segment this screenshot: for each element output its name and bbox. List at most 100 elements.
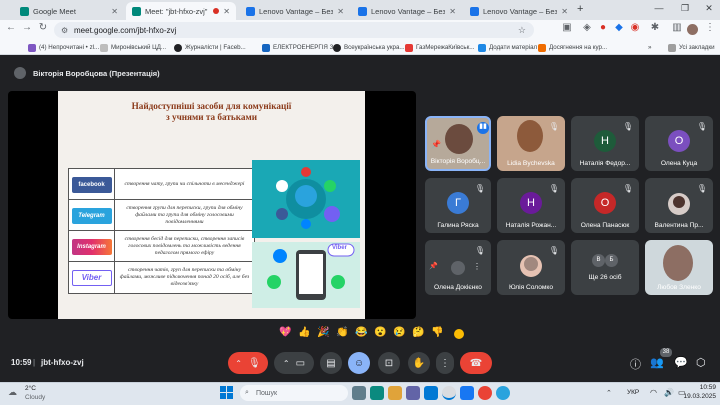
bookmark-item[interactable]: Журналісти | Faceb... <box>174 41 246 54</box>
reaction-laugh[interactable]: 😂 <box>355 327 367 338</box>
bookmark-star-icon[interactable]: ☆ <box>518 25 526 36</box>
tab-lenovo-2[interactable]: Lenovo Vantage – Безкоштовн ✕ <box>352 2 462 20</box>
windows-start-icon[interactable] <box>220 386 233 399</box>
wifi-icon[interactable]: ◠ <box>650 388 657 397</box>
chevron-up-icon[interactable]: ⌃ <box>235 359 242 368</box>
teams-icon[interactable] <box>406 386 420 400</box>
bookmark-item[interactable]: Всеукраїнська укра... <box>333 41 405 54</box>
more-bookmarks-icon[interactable]: » <box>648 41 651 54</box>
info-icon[interactable]: ⓘ <box>630 356 641 372</box>
activities-icon[interactable]: ⬡ <box>696 356 706 369</box>
app-notification-icon[interactable] <box>478 386 492 400</box>
menu-kebab-icon[interactable]: ⋮ <box>703 22 717 33</box>
reaction-sad[interactable]: 😢 <box>393 327 405 338</box>
reactions-button[interactable]: ☺ <box>348 352 370 374</box>
reaction-thumbs-down[interactable]: 👎 <box>431 327 443 338</box>
participant-tile[interactable]: 🎙 Lidia Bychevska <box>497 116 565 171</box>
more-participants-tile[interactable]: В Б Ще 26 осіб <box>571 240 639 295</box>
raise-hand-button[interactable]: ✋ <box>408 352 430 374</box>
bookmark-item[interactable]: ЕЛЕКТРОЕНЕРГІЯ З... <box>262 41 339 54</box>
reaction-party[interactable]: 🎉 <box>317 327 329 338</box>
minimize-icon[interactable]: — <box>652 3 666 13</box>
file-explorer-icon[interactable] <box>388 386 402 400</box>
extension-icon[interactable]: ◆ <box>612 22 626 33</box>
participant-tile[interactable]: 🎙 Валентина Пр... <box>645 178 713 233</box>
forward-icon[interactable]: → <box>20 22 34 33</box>
participant-tile[interactable]: 🎙 Н Наталія Рожан... <box>497 178 565 233</box>
volume-icon[interactable]: 🔊 <box>664 388 674 397</box>
more-options-button[interactable]: ⋮ <box>436 352 454 374</box>
close-tab-icon[interactable]: ✕ <box>561 7 568 16</box>
reload-icon[interactable]: ↻ <box>36 22 50 33</box>
site-info-icon[interactable]: ⚙ <box>61 26 68 35</box>
mute-participant-icon[interactable] <box>451 261 465 275</box>
reaction-heart[interactable]: 💖 <box>279 327 291 338</box>
tab-lenovo-1[interactable]: Lenovo Vantage – Безкоштовн ✕ <box>240 2 350 20</box>
participant-tile[interactable]: 🎙 О Олена Панасюк <box>571 178 639 233</box>
clock-time[interactable]: 10:59 <box>692 384 716 391</box>
pin-icon[interactable]: 📌 <box>429 262 438 270</box>
tab-google-meet[interactable]: Google Meet ✕ <box>14 2 124 20</box>
tab-lenovo-3[interactable]: Lenovo Vantage – Безкоштовн ✕ <box>464 2 574 20</box>
app-icon[interactable] <box>460 386 474 400</box>
taskbar-search[interactable]: ⌕ Пошук <box>240 385 348 401</box>
present-button[interactable]: ⊡ <box>378 352 400 374</box>
restore-icon[interactable]: ❐ <box>678 3 692 14</box>
taskview-icon[interactable] <box>352 386 366 400</box>
reaction-clap[interactable]: 👏 <box>336 327 348 338</box>
camera-toggle-button[interactable]: ⌃ ▭ <box>274 352 314 374</box>
participant-tile[interactable]: 🎙 Н Наталія Федор... <box>571 116 639 171</box>
leave-call-button[interactable]: ☎ <box>460 352 492 374</box>
participant-tile[interactable]: 🎙 О Олена Куца <box>645 116 713 171</box>
mic-off-icon: 🎙 <box>622 122 633 131</box>
reaction-thinking[interactable]: 🤔 <box>412 327 424 338</box>
close-tab-icon[interactable]: ✕ <box>111 7 118 16</box>
tab-meet-active[interactable]: Meet: "jbt-hfxo-zvj" ✕ <box>126 2 236 20</box>
adblock-icon[interactable]: ● <box>596 22 610 33</box>
close-tab-icon[interactable]: ✕ <box>223 7 230 16</box>
reaction-thumbs-up[interactable]: 👍 <box>298 327 310 338</box>
pin-icon[interactable]: 📌 <box>431 140 441 149</box>
profile-avatar[interactable] <box>687 24 698 35</box>
bookmark-item[interactable]: Додати матеріал <box>478 41 537 54</box>
input-language[interactable]: УКР <box>627 389 639 396</box>
participant-tile[interactable]: 🎙 Юлія Соломко <box>497 240 565 295</box>
mic-toggle-button[interactable]: ⌃ 🎙 <box>228 352 268 374</box>
people-icon[interactable]: 👥 <box>650 356 664 369</box>
tray-chevron-icon[interactable]: ⌃ <box>606 389 612 397</box>
participant-video <box>517 120 543 152</box>
reaction-surprised[interactable]: 😮 <box>374 327 386 338</box>
close-tab-icon[interactable]: ✕ <box>337 7 344 16</box>
clock-date[interactable]: 19.03.2025 <box>676 393 716 400</box>
bookmark-item[interactable]: (4) Непрочитані • zl... <box>28 41 99 54</box>
new-tab-icon[interactable]: + <box>577 3 583 15</box>
all-bookmarks[interactable]: Усі закладки <box>668 41 715 54</box>
participant-tile[interactable]: 🎙 Г Галина Ряска <box>425 178 491 233</box>
store-icon[interactable] <box>424 386 438 400</box>
bookmark-item[interactable]: Досягнення на кур... <box>538 41 607 54</box>
edge-icon[interactable] <box>370 386 384 400</box>
address-bar[interactable]: ⚙ meet.google.com/jbt-hfxo-zvj ☆ <box>54 22 534 38</box>
close-tab-icon[interactable]: ✕ <box>449 7 456 16</box>
chevron-up-icon[interactable]: ⌃ <box>283 359 290 368</box>
chrome-icon[interactable] <box>442 386 456 400</box>
close-window-icon[interactable]: ✕ <box>702 3 716 14</box>
bookmark-item[interactable]: Миронівський ЦД... <box>100 41 166 54</box>
captions-button[interactable]: ▤ <box>320 352 342 374</box>
lenovo-favicon-icon <box>246 6 255 16</box>
participant-tile[interactable]: 📌 ▮▮ Вікторія Воробц... <box>425 116 491 171</box>
weather-icon[interactable]: ☁ <box>8 387 17 398</box>
participant-tile[interactable]: Любов Зленко <box>645 240 713 295</box>
emoji-skin-tone-icon[interactable] <box>454 329 464 339</box>
telegram-icon[interactable] <box>496 386 510 400</box>
sidebar-icon[interactable]: ▥ <box>670 22 684 33</box>
extension-icon[interactable]: ▣ <box>560 22 574 33</box>
back-icon[interactable]: ← <box>4 22 18 33</box>
participant-tile[interactable]: 🎙 📌 ⋮ Олена Докієнко <box>425 240 491 295</box>
more-options-icon[interactable]: ⋮ <box>473 262 481 271</box>
extension-icon[interactable]: ◉ <box>628 22 642 33</box>
bookmark-item[interactable]: ГазМережаКиївськ... <box>405 41 474 54</box>
chat-icon[interactable]: 💬 <box>674 356 688 369</box>
translate-icon[interactable]: ◈ <box>580 22 594 33</box>
extensions-puzzle-icon[interactable]: ✱ <box>648 22 662 33</box>
